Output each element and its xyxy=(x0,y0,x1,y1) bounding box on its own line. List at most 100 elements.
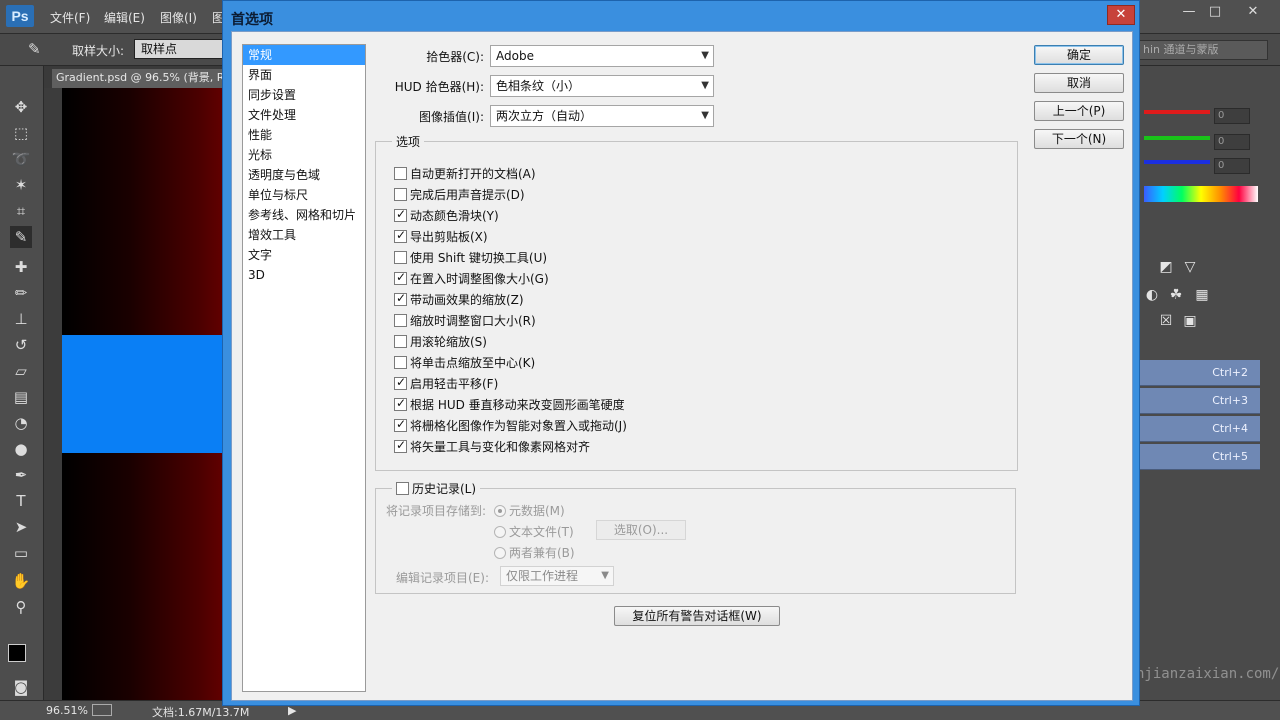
eyedropper-icon[interactable]: ✎ xyxy=(28,40,41,58)
menu-edit[interactable]: 编辑(E) xyxy=(104,9,145,26)
workspace-field[interactable]: hin 通道与蒙版 xyxy=(1138,40,1268,60)
ok-button[interactable]: 确定 xyxy=(1034,45,1124,65)
color-spectrum[interactable] xyxy=(1144,186,1258,202)
blue-value[interactable]: 0 xyxy=(1214,158,1250,174)
checkbox[interactable] xyxy=(394,335,407,348)
dodge-tool-icon[interactable]: ● xyxy=(10,438,32,460)
gradient-tool-icon[interactable]: ▤ xyxy=(10,386,32,408)
green-slider[interactable] xyxy=(1144,136,1210,140)
option-snap-vector[interactable]: 将矢量工具与变化和像素网格对齐 xyxy=(394,438,590,456)
blue-slider[interactable] xyxy=(1144,160,1210,164)
category-sync[interactable]: 同步设置 xyxy=(243,85,365,105)
choose-button[interactable]: 选取(O)... xyxy=(596,520,686,540)
category-plugins[interactable]: 增效工具 xyxy=(243,225,365,245)
action-row[interactable]: Ctrl+2 xyxy=(1140,360,1260,386)
blur-tool-icon[interactable]: ◔ xyxy=(10,412,32,434)
checkbox[interactable] xyxy=(394,167,407,180)
action-row[interactable]: Ctrl+3 xyxy=(1140,388,1260,414)
action-row[interactable]: Ctrl+5 xyxy=(1140,444,1260,470)
radio-button[interactable] xyxy=(494,505,506,517)
option-dynamic-sliders[interactable]: 动态颜色滑块(Y) xyxy=(394,207,499,225)
option-auto-update[interactable]: 自动更新打开的文档(A) xyxy=(394,165,536,183)
shape-tool-icon[interactable]: ▭ xyxy=(10,542,32,564)
hand-tool-icon[interactable]: ✋ xyxy=(10,570,32,592)
balance-icon[interactable]: ◐ xyxy=(1142,286,1162,304)
history-brush-icon[interactable]: ↺ xyxy=(10,334,32,356)
checkbox[interactable] xyxy=(394,207,407,222)
radio-button[interactable] xyxy=(494,526,506,538)
option-scroll-zoom[interactable]: 用滚轮缩放(S) xyxy=(394,333,487,351)
checkbox[interactable] xyxy=(394,270,407,285)
marquee-tool-icon[interactable]: ⬚ xyxy=(10,122,32,144)
checkbox[interactable] xyxy=(394,291,407,306)
healing-brush-icon[interactable]: ✚ xyxy=(10,256,32,278)
curves-icon[interactable]: ◩ xyxy=(1156,258,1176,276)
category-units[interactable]: 单位与标尺 xyxy=(243,185,365,205)
crop-tool-icon[interactable]: ⌗ xyxy=(10,200,32,222)
zoom-tool-icon[interactable]: ⚲ xyxy=(10,596,32,618)
category-interface[interactable]: 界面 xyxy=(243,65,365,85)
option-zoom-center[interactable]: 将单击点缩放至中心(K) xyxy=(394,354,535,372)
red-slider[interactable] xyxy=(1144,110,1210,114)
action-row[interactable]: Ctrl+4 xyxy=(1140,416,1260,442)
option-zoom-resize-window[interactable]: 缩放时调整窗口大小(R) xyxy=(394,312,536,330)
foreground-color-swatch[interactable] xyxy=(8,644,26,662)
option-beep[interactable]: 完成后用声音提示(D) xyxy=(394,186,525,204)
radio-metadata[interactable]: 元数据(M) xyxy=(494,502,565,519)
checkbox[interactable] xyxy=(396,482,409,495)
radio-button[interactable] xyxy=(494,547,506,559)
edit-log-select[interactable]: 仅限工作进程 ▼ xyxy=(500,566,614,586)
eyedropper-tool-icon[interactable]: ✎ xyxy=(10,226,32,248)
reset-warnings-button[interactable]: 复位所有警告对话框(W) xyxy=(614,606,780,626)
interpolation-select[interactable]: 两次立方（自动） ▼ xyxy=(490,105,714,127)
option-export-clipboard[interactable]: 导出剪贴板(X) xyxy=(394,228,488,246)
magic-wand-icon[interactable]: ✶ xyxy=(10,174,32,196)
lookup-table-icon[interactable]: ▦ xyxy=(1192,286,1212,304)
threshold-icon[interactable]: ☒ xyxy=(1156,312,1176,330)
option-hud-hardness[interactable]: 根据 HUD 垂直移动来改变圆形画笔硬度 xyxy=(394,396,625,414)
checkbox[interactable] xyxy=(394,375,407,390)
next-button[interactable]: 下一个(N) xyxy=(1034,129,1124,149)
history-checkbox-row[interactable]: 历史记录(L) xyxy=(392,480,481,498)
radio-both[interactable]: 两者兼有(B) xyxy=(494,544,575,561)
brush-tool-icon[interactable]: ✏ xyxy=(10,282,32,304)
path-select-icon[interactable]: ➤ xyxy=(10,516,32,538)
color-picker-select[interactable]: Adobe ▼ xyxy=(490,45,714,67)
sample-size-select[interactable]: 取样点 xyxy=(134,39,224,59)
radio-text-file[interactable]: 文本文件(T) xyxy=(494,523,574,540)
cancel-button[interactable]: 取消 xyxy=(1034,73,1124,93)
menu-file[interactable]: 文件(F) xyxy=(50,9,90,26)
hud-picker-select[interactable]: 色相条纹（小） ▼ xyxy=(490,75,714,97)
checkbox[interactable] xyxy=(394,438,407,453)
option-smart-object[interactable]: 将栅格化图像作为智能对象置入或拖动(J) xyxy=(394,417,627,435)
category-file-handling[interactable]: 文件处理 xyxy=(243,105,365,125)
menu-image[interactable]: 图像(I) xyxy=(160,9,197,26)
eraser-tool-icon[interactable]: ▱ xyxy=(10,360,32,382)
category-cursors[interactable]: 光标 xyxy=(243,145,365,165)
green-value[interactable]: 0 xyxy=(1214,134,1250,150)
channel-mixer-icon[interactable]: ☘ xyxy=(1166,286,1186,304)
option-resize-place[interactable]: 在置入时调整图像大小(G) xyxy=(394,270,549,288)
category-performance[interactable]: 性能 xyxy=(243,125,365,145)
option-animated-zoom[interactable]: 带动画效果的缩放(Z) xyxy=(394,291,524,309)
category-transparency[interactable]: 透明度与色域 xyxy=(243,165,365,185)
prev-button[interactable]: 上一个(P) xyxy=(1034,101,1124,121)
checkbox[interactable] xyxy=(394,396,407,411)
selective-color-icon[interactable]: ▣ xyxy=(1180,312,1200,330)
category-guides[interactable]: 参考线、网格和切片 xyxy=(243,205,365,225)
move-tool-icon[interactable]: ✥ xyxy=(10,96,32,118)
checkbox[interactable] xyxy=(394,228,407,243)
checkbox[interactable] xyxy=(394,188,407,201)
checkbox[interactable] xyxy=(394,314,407,327)
option-flick-panning[interactable]: 启用轻击平移(F) xyxy=(394,375,498,393)
lasso-tool-icon[interactable]: ➰ xyxy=(10,148,32,170)
pen-tool-icon[interactable]: ✒ xyxy=(10,464,32,486)
option-shift-switch[interactable]: 使用 Shift 键切换工具(U) xyxy=(394,249,547,267)
category-general[interactable]: 常规 xyxy=(243,45,365,65)
type-tool-icon[interactable]: T xyxy=(10,490,32,512)
app-close-button[interactable]: ✕ xyxy=(1238,3,1268,21)
zoom-level[interactable]: 96.51% xyxy=(46,704,88,717)
checkbox[interactable] xyxy=(394,251,407,264)
maximize-button[interactable]: □ xyxy=(1200,3,1230,21)
document-tab[interactable]: Gradient.psd @ 96.5% (背景, RG xyxy=(52,69,228,88)
